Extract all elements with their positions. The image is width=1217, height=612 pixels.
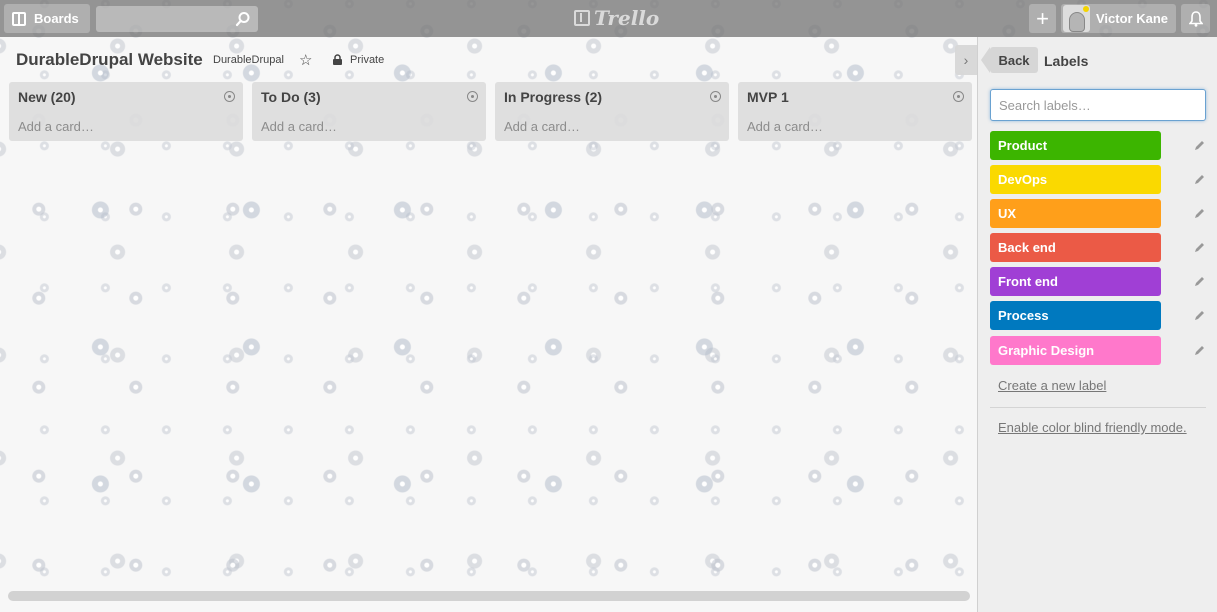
- label-row: Back end: [990, 233, 1206, 262]
- member-name: Victor Kane: [1096, 11, 1169, 26]
- add-card-link[interactable]: Add a card…: [747, 119, 823, 134]
- label-row: UX: [990, 199, 1206, 228]
- list-title[interactable]: MVP 1: [747, 89, 789, 105]
- list-title[interactable]: New (20): [18, 89, 76, 105]
- list-new: New (20) Add a card…: [9, 82, 243, 141]
- add-icon: +: [1036, 5, 1049, 31]
- pencil-icon[interactable]: [1193, 173, 1206, 186]
- member-menu-button[interactable]: Victor Kane: [1061, 4, 1176, 33]
- list-menu-icon[interactable]: [710, 91, 721, 102]
- label-row: Process: [990, 301, 1206, 330]
- boards-label: Boards: [34, 11, 79, 26]
- pencil-icon[interactable]: [1193, 309, 1206, 322]
- top-header: Boards Trello + Victor Kane: [0, 0, 1217, 37]
- star-icon[interactable]: ☆: [299, 51, 312, 69]
- logo-text: Trello: [594, 6, 660, 30]
- avatar-badge: [1083, 6, 1089, 12]
- list-mvp-1: MVP 1 Add a card…: [738, 82, 972, 141]
- label-row: DevOps: [990, 165, 1206, 194]
- pencil-icon[interactable]: [1193, 275, 1206, 288]
- label-chip-product[interactable]: Product: [990, 131, 1161, 160]
- sidebar-toggle-button[interactable]: ›: [955, 45, 977, 75]
- panel-title: Labels: [1044, 53, 1089, 69]
- board-visibility[interactable]: Private: [350, 54, 384, 66]
- add-card-link[interactable]: Add a card…: [261, 119, 337, 134]
- add-card-link[interactable]: Add a card…: [504, 119, 580, 134]
- pencil-icon[interactable]: [1193, 139, 1206, 152]
- list-menu-icon[interactable]: [953, 91, 964, 102]
- notifications-button[interactable]: [1181, 4, 1210, 33]
- list-menu-icon[interactable]: [467, 91, 478, 102]
- label-row: Product: [990, 131, 1206, 160]
- board-search-input[interactable]: [96, 6, 258, 32]
- labels-panel: Back Labels Product DevOps UX Back end F…: [977, 37, 1217, 612]
- add-card-link[interactable]: Add a card…: [18, 119, 94, 134]
- label-chip-process[interactable]: Process: [990, 301, 1161, 330]
- create-label-link[interactable]: Create a new label: [998, 378, 1106, 393]
- search-labels-input[interactable]: [990, 89, 1206, 121]
- chevron-right-icon: ›: [963, 52, 969, 68]
- divider: [990, 407, 1206, 408]
- label-chip-front-end[interactable]: Front end: [990, 267, 1161, 296]
- trello-logo-icon: [574, 10, 590, 26]
- search-icon: [235, 12, 250, 27]
- avatar-face: [1068, 11, 1085, 32]
- bell-icon: [1188, 10, 1203, 27]
- board-title[interactable]: DurableDrupal Website: [16, 50, 203, 70]
- colorblind-mode-link[interactable]: Enable color blind friendly mode.: [998, 420, 1187, 435]
- pencil-icon[interactable]: [1193, 344, 1206, 357]
- label-chip-devops[interactable]: DevOps: [990, 165, 1161, 194]
- add-button[interactable]: +: [1029, 4, 1056, 33]
- back-button[interactable]: Back: [981, 47, 1038, 73]
- boards-icon: [12, 11, 26, 26]
- pencil-icon[interactable]: [1193, 241, 1206, 254]
- trello-logo[interactable]: Trello: [574, 6, 659, 30]
- board-team-link[interactable]: DurableDrupal: [213, 54, 284, 66]
- label-chip-back-end[interactable]: Back end: [990, 233, 1161, 262]
- pencil-icon[interactable]: [1193, 207, 1206, 220]
- list-to-do: To Do (3) Add a card…: [252, 82, 486, 141]
- avatar: [1063, 5, 1090, 32]
- label-row: Graphic Design: [990, 336, 1206, 365]
- lock-icon: [333, 54, 342, 65]
- boards-button[interactable]: Boards: [4, 4, 90, 33]
- list-title[interactable]: To Do (3): [261, 89, 321, 105]
- list-menu-icon[interactable]: [224, 91, 235, 102]
- label-chip-ux[interactable]: UX: [990, 199, 1161, 228]
- label-chip-graphic-design[interactable]: Graphic Design: [990, 336, 1161, 365]
- label-row: Front end: [990, 267, 1206, 296]
- horizontal-scrollbar[interactable]: [8, 591, 970, 601]
- list-in-progress: In Progress (2) Add a card…: [495, 82, 729, 141]
- list-title[interactable]: In Progress (2): [504, 89, 602, 105]
